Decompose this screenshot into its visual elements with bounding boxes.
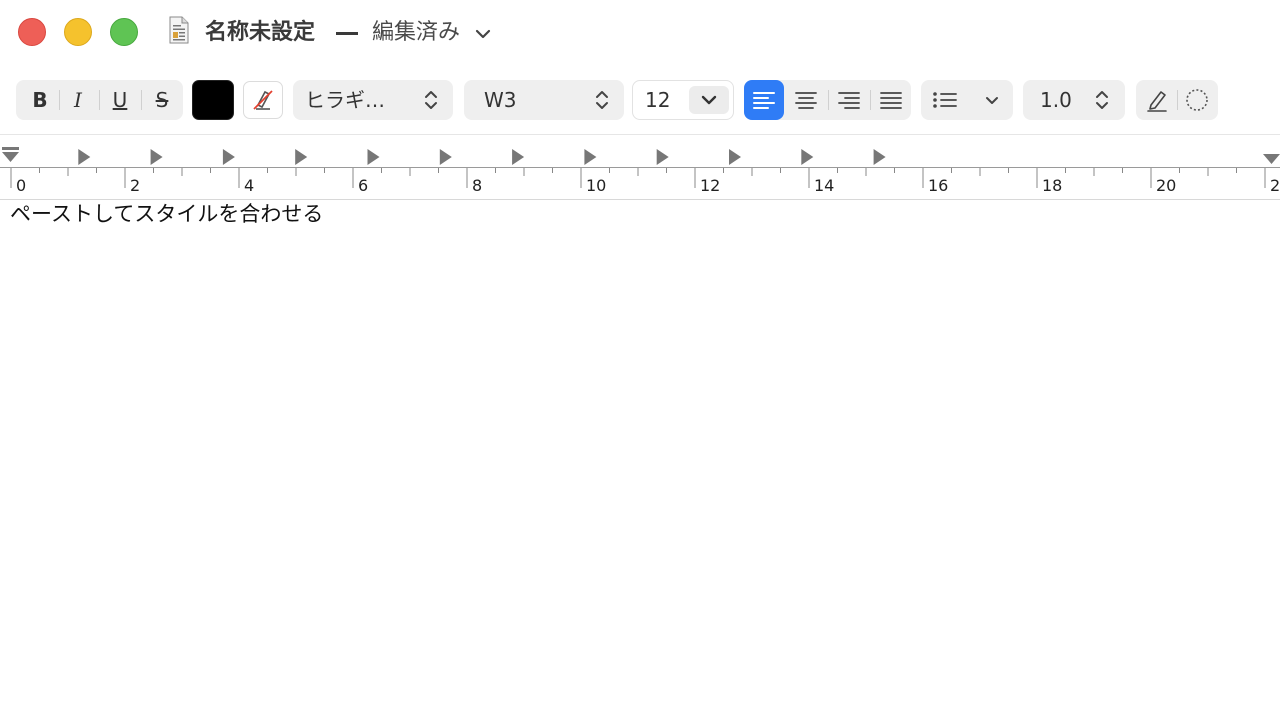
align-left-icon bbox=[753, 92, 775, 109]
font-family-label: ヒラギ… bbox=[305, 88, 385, 112]
updown-chevron-icon bbox=[1096, 91, 1108, 109]
align-center-button[interactable] bbox=[786, 80, 826, 120]
alignment-group bbox=[744, 80, 911, 120]
ruler-number: 14 bbox=[814, 176, 835, 195]
dotted-circle-icon bbox=[1186, 89, 1208, 111]
ruler[interactable]: 0 2 4 6 8 10 12 14 16 18 20 2 bbox=[0, 140, 1280, 200]
chevron-down-icon bbox=[986, 97, 998, 104]
pencil-icon bbox=[1147, 91, 1167, 112]
updown-chevron-icon bbox=[425, 91, 437, 109]
font-size-combo[interactable]: 12 bbox=[632, 80, 734, 120]
ruler-number: 18 bbox=[1042, 176, 1063, 195]
highlighter-none-icon bbox=[253, 90, 273, 110]
text-color-well[interactable] bbox=[192, 80, 234, 120]
underline-button[interactable]: U bbox=[102, 80, 138, 120]
ruler-number: 2 bbox=[1270, 176, 1280, 195]
tab-stop-marker[interactable] bbox=[222, 149, 235, 165]
italic-button[interactable]: I bbox=[60, 80, 96, 120]
ruler-number: 6 bbox=[358, 176, 369, 195]
markup-group bbox=[1136, 80, 1218, 120]
tab-stop-marker[interactable] bbox=[801, 149, 814, 165]
title-bar: 名称未設定 編集済み bbox=[0, 0, 1280, 66]
tab-stop-marker[interactable] bbox=[367, 149, 380, 165]
tab-stop-marker[interactable] bbox=[873, 149, 886, 165]
ruler-number: 10 bbox=[586, 176, 607, 195]
tab-stop-marker[interactable] bbox=[656, 149, 669, 165]
line-spacing-label: 1.0 bbox=[1040, 88, 1072, 112]
document-body-text[interactable]: ペーストしてスタイルを合わせる bbox=[10, 200, 323, 228]
document-status[interactable]: 編集済み bbox=[372, 18, 460, 48]
chevron-down-icon bbox=[701, 95, 717, 105]
align-right-icon bbox=[838, 92, 860, 109]
tab-stop-marker[interactable] bbox=[150, 149, 163, 165]
document-title[interactable]: 名称未設定 bbox=[205, 18, 315, 48]
tab-stop-marker[interactable] bbox=[729, 149, 741, 165]
align-justify-button[interactable] bbox=[871, 80, 911, 120]
updown-chevron-icon bbox=[596, 91, 608, 109]
ruler-number: 2 bbox=[130, 176, 141, 195]
strikethrough-button[interactable]: S bbox=[144, 80, 180, 120]
textedit-window: 名称未設定 編集済み B I U S ヒラギ… W3 12 1.0 0 2 4 … bbox=[0, 0, 1280, 720]
align-right-button[interactable] bbox=[829, 80, 869, 120]
divider bbox=[141, 90, 142, 110]
tab-stop-marker[interactable] bbox=[295, 149, 308, 165]
text-style-group: B I U S bbox=[16, 80, 183, 120]
font-family-popup[interactable]: ヒラギ… bbox=[293, 80, 453, 120]
tab-stop-marker[interactable] bbox=[78, 149, 91, 165]
bullet-list-icon bbox=[933, 92, 957, 108]
pencil-button[interactable] bbox=[1138, 80, 1176, 120]
bold-button[interactable]: B bbox=[22, 80, 58, 120]
ruler-number: 4 bbox=[244, 176, 255, 195]
tab-stop-marker[interactable] bbox=[584, 149, 597, 165]
minimize-button[interactable] bbox=[64, 18, 92, 46]
highlight-color-button[interactable] bbox=[243, 81, 283, 119]
bullet-list-icon-wrap bbox=[929, 80, 961, 120]
list-style-popup[interactable] bbox=[921, 80, 1013, 120]
close-button[interactable] bbox=[18, 18, 46, 46]
ruler-number: 12 bbox=[700, 176, 721, 195]
ruler-top-border bbox=[0, 134, 1280, 135]
document-icon bbox=[169, 16, 189, 44]
align-left-button[interactable] bbox=[744, 80, 784, 120]
font-weight-popup[interactable]: W3 bbox=[464, 80, 624, 120]
font-size-dropdown-button[interactable] bbox=[689, 86, 729, 114]
align-center-icon bbox=[795, 92, 817, 109]
chevron-down-icon[interactable] bbox=[474, 25, 492, 43]
tab-stop-marker[interactable] bbox=[439, 149, 452, 165]
ruler-number: 0 bbox=[16, 176, 27, 195]
ruler-scale bbox=[0, 147, 1280, 188]
font-weight-label: W3 bbox=[484, 88, 517, 112]
line-spacing-popup[interactable]: 1.0 bbox=[1023, 80, 1125, 120]
right-indent-marker[interactable] bbox=[1263, 154, 1280, 164]
left-indent-marker[interactable] bbox=[2, 147, 19, 162]
ruler-number: 8 bbox=[472, 176, 483, 195]
format-toolbar: B I U S ヒラギ… W3 12 1.0 bbox=[0, 78, 1280, 124]
divider bbox=[99, 90, 100, 110]
ruler-number: 16 bbox=[928, 176, 949, 195]
tab-stop-marker[interactable] bbox=[512, 149, 525, 165]
font-size-value[interactable]: 12 bbox=[645, 81, 670, 119]
align-justify-icon bbox=[880, 92, 902, 109]
shape-button[interactable] bbox=[1178, 80, 1216, 120]
ruler-number: 20 bbox=[1156, 176, 1177, 195]
zoom-button[interactable] bbox=[110, 18, 138, 46]
title-separator bbox=[336, 32, 358, 35]
